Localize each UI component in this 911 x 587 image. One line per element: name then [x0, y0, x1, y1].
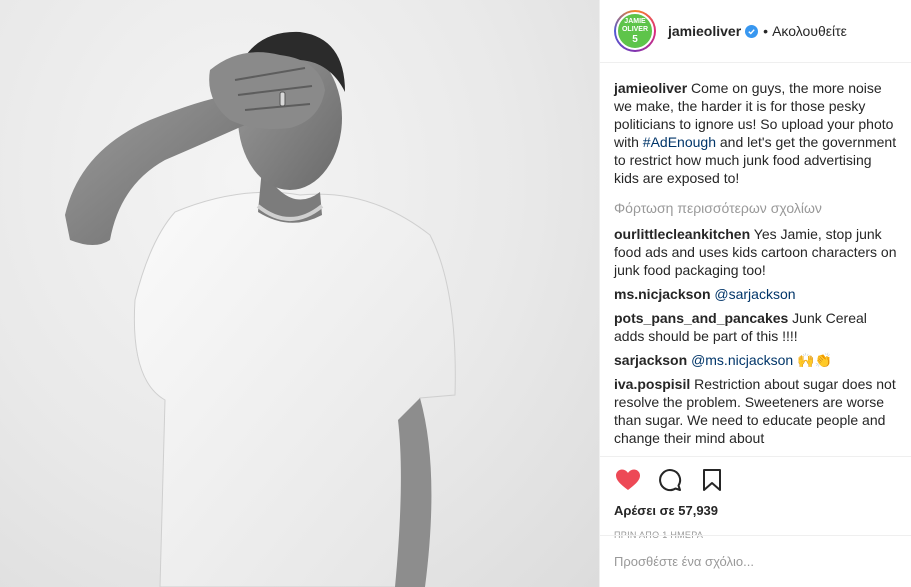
comment-username[interactable]: sarjackson — [614, 352, 687, 368]
avatar[interactable]: JAMIE OLIVER 5 — [616, 12, 654, 50]
post-caption: jamieoliver Come on guys, the more noise… — [614, 79, 897, 187]
comment-button[interactable] — [656, 466, 684, 494]
avatar-line1: JAMIE — [624, 17, 646, 25]
comment-item: pots_pans_and_pancakes Junk Cereal adds … — [614, 309, 897, 345]
comment-mention[interactable]: @ms.nicjackson — [691, 352, 793, 368]
comment-bubble-icon — [659, 469, 682, 492]
story-ring[interactable]: JAMIE OLIVER 5 — [614, 10, 656, 52]
likes-count[interactable]: Αρέσει σε 57,939 — [614, 503, 897, 518]
like-button[interactable] — [614, 466, 642, 494]
man-covering-eyes-photo — [65, 31, 456, 587]
follow-button[interactable]: Ακολουθείτε — [772, 23, 847, 39]
post-photo[interactable] — [0, 0, 599, 587]
post-actions: Αρέσει σε 57,939 ΠΡΙΝ ΑΠΟ 1 ΗΜΕΡΑ — [600, 456, 911, 587]
comment-item: ourlittlecleankitchen Yes Jamie, stop ju… — [614, 225, 897, 279]
header-separator: • — [763, 23, 769, 39]
add-comment-input[interactable] — [614, 554, 897, 569]
comment-username[interactable]: iva.pospisil — [614, 376, 690, 392]
heart-icon — [616, 469, 640, 490]
verified-badge-icon — [745, 24, 759, 38]
comment-mention[interactable]: @sarjackson — [714, 286, 795, 302]
comment-username[interactable]: pots_pans_and_pancakes — [614, 310, 788, 326]
avatar-line3: 5 — [632, 33, 638, 45]
save-button[interactable] — [698, 466, 726, 494]
comment-emoji: 🙌👏 — [793, 352, 832, 368]
add-comment-bar — [600, 535, 911, 587]
comment-username[interactable]: ourlittlecleankitchen — [614, 226, 750, 242]
avatar-line2: OLIVER — [621, 25, 649, 33]
action-icons-row — [614, 461, 897, 499]
comment-item: ms.nicjackson @sarjackson — [614, 285, 897, 303]
comment-username[interactable]: ms.nicjackson — [614, 286, 711, 302]
post-header: JAMIE OLIVER 5 jamieoliver • Ακολουθείτε — [600, 0, 911, 63]
bookmark-icon — [703, 469, 721, 491]
load-more-comments-button[interactable]: Φόρτωση περισσότερων σχολίων — [614, 199, 897, 217]
caption-username[interactable]: jamieoliver — [614, 80, 687, 96]
header-username[interactable]: jamieoliver — [668, 23, 741, 39]
comments-list[interactable]: jamieoliver Come on guys, the more noise… — [600, 63, 911, 456]
comment-item: sarjackson @ms.nicjackson 🙌👏 — [614, 351, 897, 369]
comment-item: iva.pospisil Restriction about sugar doe… — [614, 375, 897, 447]
caption-hashtag[interactable]: #AdEnough — [643, 134, 716, 150]
instagram-post: JAMIE OLIVER 5 jamieoliver • Ακολουθείτε… — [0, 0, 911, 587]
post-side-panel: JAMIE OLIVER 5 jamieoliver • Ακολουθείτε… — [599, 0, 911, 587]
